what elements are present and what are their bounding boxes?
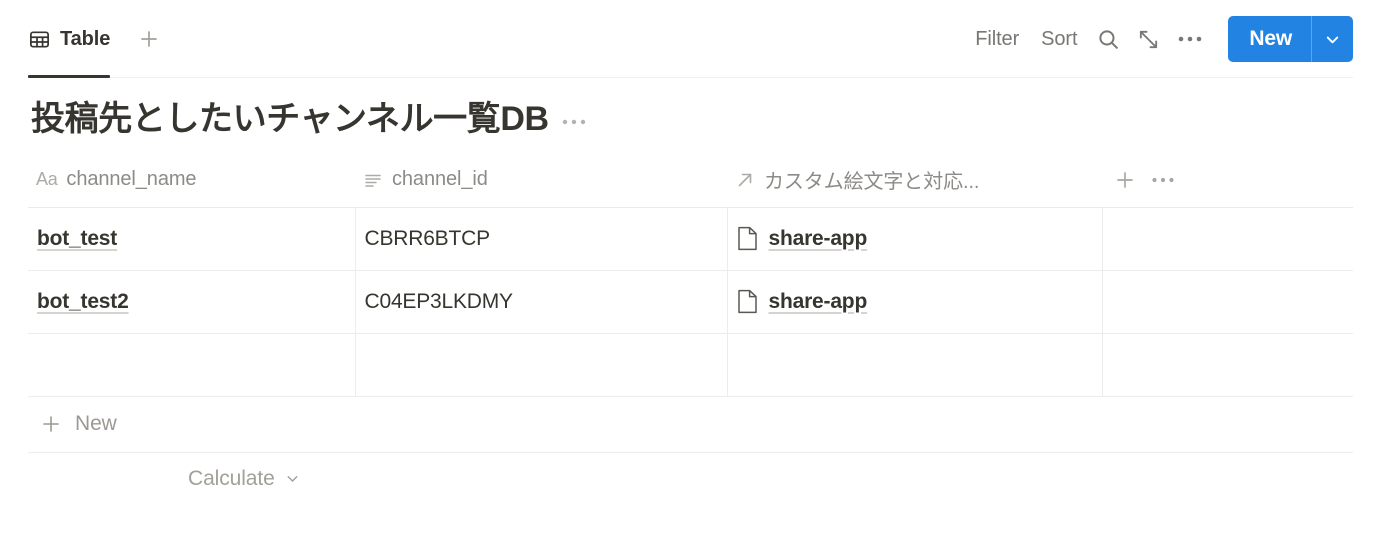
tab-active-indicator [28, 75, 111, 78]
cell-value: CBRR6BTCP [364, 226, 491, 250]
cell-relation[interactable] [727, 333, 1103, 397]
relation-label: share-app [768, 226, 868, 250]
plus-icon [43, 416, 59, 432]
new-button-group: New [1228, 16, 1353, 62]
relation-chip[interactable]: share-app [737, 289, 868, 314]
calculate-button[interactable]: Calculate [188, 453, 301, 505]
cell-channel-name[interactable]: bot_test2 [28, 270, 356, 334]
add-row-label: New [75, 412, 117, 436]
page-icon [737, 289, 758, 314]
new-button-dropdown[interactable] [1311, 16, 1353, 62]
relation-label: share-app [768, 289, 868, 313]
view-toolbar-actions: Filter Sort New [964, 16, 1353, 62]
plus-icon [141, 31, 158, 47]
view-toolbar: Table Filter Sort New [0, 0, 1400, 78]
relation-chip[interactable]: share-app [737, 226, 868, 251]
column-header-relation[interactable]: カスタム絵文字と対応... [727, 153, 1102, 208]
cell-channel-id[interactable] [355, 333, 728, 397]
title-aa-icon: Aa [36, 169, 58, 190]
view-tabs: Table [28, 0, 166, 78]
column-header-channel-name[interactable]: Aa channel_name [28, 153, 355, 208]
cell-empty[interactable] [1102, 207, 1353, 271]
cell-channel-name[interactable] [28, 333, 356, 397]
cell-channel-id[interactable]: C04EP3LKDMY [355, 270, 728, 334]
table-grid: Aa channel_name channel_id カスタム絵文字と対応...… [28, 153, 1353, 397]
ellipsis-icon [562, 119, 585, 124]
database-title-row: 投稿先としたいチャンネル一覧DB [0, 78, 1400, 153]
view-more-button[interactable] [1168, 21, 1212, 57]
cell-empty[interactable] [1102, 333, 1353, 397]
cell-value: C04EP3LKDMY [364, 289, 514, 313]
table-icon [28, 28, 51, 51]
view-toolbar-divider [28, 77, 1353, 78]
search-icon [1099, 29, 1118, 49]
column-header-channel-id[interactable]: channel_id [355, 153, 727, 208]
expand-button[interactable] [1128, 21, 1168, 57]
relation-arrow-icon [735, 170, 755, 190]
column-header-label: channel_name [66, 168, 197, 191]
chevron-down-icon [287, 476, 298, 482]
add-view-button[interactable] [132, 22, 166, 56]
sort-button[interactable]: Sort [1030, 22, 1088, 57]
row-title-link[interactable]: bot_test [37, 227, 117, 251]
cell-relation[interactable]: share-app [727, 270, 1103, 334]
cell-channel-id[interactable]: CBRR6BTCP [355, 207, 728, 271]
cell-channel-name[interactable]: bot_test [28, 207, 356, 271]
text-lines-icon [363, 170, 383, 190]
search-button[interactable] [1088, 21, 1128, 57]
column-header-actions [1102, 153, 1353, 208]
table-header-row: Aa channel_name channel_id カスタム絵文字と対応... [28, 153, 1353, 208]
table-row [28, 333, 1353, 397]
database-table: Aa channel_name channel_id カスタム絵文字と対応...… [0, 153, 1400, 505]
add-property-button[interactable] [1110, 165, 1140, 195]
row-title-link[interactable]: bot_test2 [37, 290, 129, 314]
table-body: bot_test CBRR6BTCP share-app bot_test2 C… [28, 207, 1353, 397]
plus-icon [1117, 171, 1133, 188]
table-header: Aa channel_name channel_id カスタム絵文字と対応... [28, 153, 1353, 208]
expand-diagonal-icon [1139, 30, 1157, 48]
table-more-button[interactable] [1148, 165, 1178, 195]
calculate-label: Calculate [188, 466, 275, 490]
ellipsis-icon [1179, 36, 1202, 42]
column-header-label: channel_id [392, 168, 488, 191]
tab-table-label: Table [60, 27, 111, 50]
filter-button[interactable]: Filter [964, 22, 1030, 57]
add-row-button[interactable]: New [28, 397, 1353, 453]
table-row: bot_test2 C04EP3LKDMY share-app [28, 270, 1353, 334]
page-icon [737, 226, 758, 251]
chevron-down-icon [1326, 36, 1339, 43]
ellipsis-icon [1152, 177, 1174, 182]
column-header-label: カスタム絵文字と対応... [764, 171, 980, 194]
cell-empty[interactable] [1102, 270, 1353, 334]
table-footer: Calculate [28, 453, 1353, 505]
new-button[interactable]: New [1228, 16, 1311, 62]
tab-table[interactable]: Table [28, 0, 122, 78]
cell-relation[interactable]: share-app [727, 207, 1103, 271]
page-title: 投稿先としたいチャンネル一覧DB [31, 100, 549, 138]
title-more-button[interactable] [561, 104, 587, 136]
table-row: bot_test CBRR6BTCP share-app [28, 207, 1353, 271]
footer-spacer [28, 453, 188, 505]
